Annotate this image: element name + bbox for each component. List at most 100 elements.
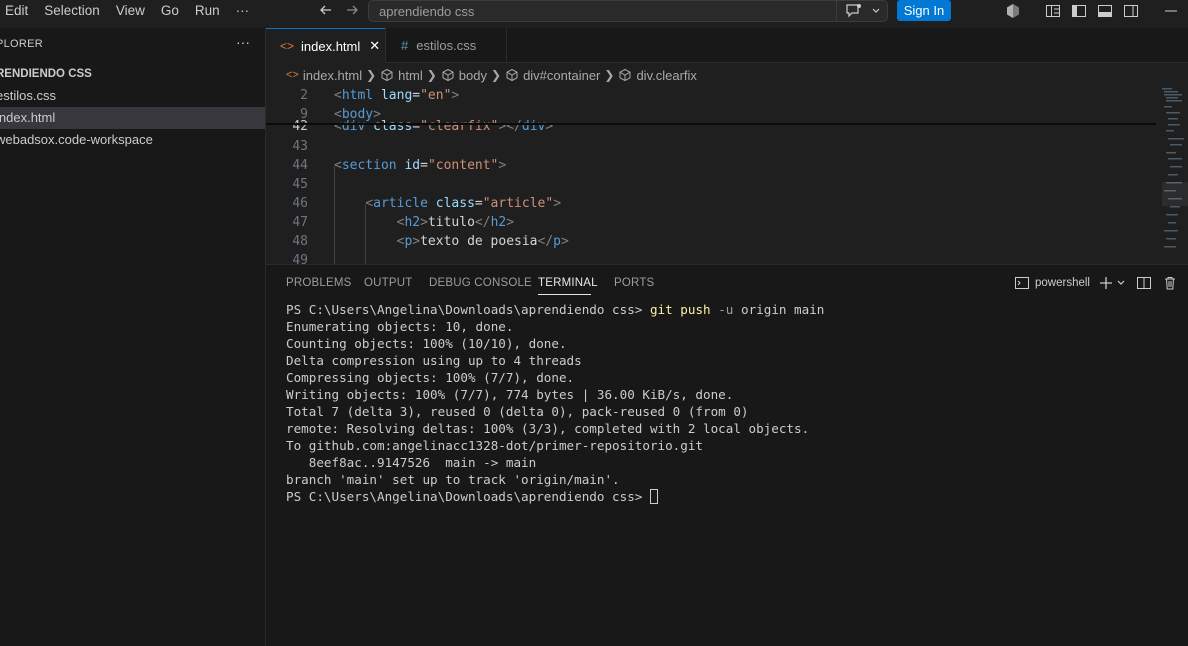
trash-icon[interactable]	[1162, 274, 1178, 292]
menu-selection[interactable]: Selection	[36, 0, 108, 22]
code-text: <h2>titulo</h2>	[396, 215, 515, 230]
file-index-html[interactable]: index.html	[0, 107, 265, 129]
split-terminal-icon[interactable]	[1136, 274, 1152, 292]
terminal-line: Compressing objects: 100% (7/7), done.	[286, 370, 575, 385]
explorer-more-button[interactable]: ···	[236, 34, 250, 50]
chevron-right-icon: ❯	[491, 68, 502, 82]
terminal-flag: -u	[718, 302, 734, 317]
toggle-primary-sidebar-icon[interactable]	[1071, 3, 1087, 19]
editor-tab-bar: <> index.html ✕ # estilos.css	[266, 28, 1188, 63]
line-number: 49	[292, 253, 308, 264]
chat-icon	[845, 4, 861, 18]
code-line: 45	[266, 175, 1156, 194]
breadcrumb-label: body	[458, 67, 487, 83]
close-icon[interactable]: ✕	[369, 38, 380, 54]
sticky-scroll-divider	[266, 123, 1156, 125]
element-cube-icon	[442, 68, 454, 82]
tab-ports[interactable]: PORTS	[614, 277, 654, 289]
tab-terminal[interactable]: TERMINAL	[538, 277, 598, 289]
terminal-line: To github.com:angelinacc1328-dot/primer-…	[286, 438, 704, 453]
terminal-command: git push	[649, 302, 711, 317]
terminal-line: 8eef8ac..9147526 main -> main	[286, 455, 537, 470]
breadcrumb-label: index.html	[302, 67, 363, 83]
accounts-icon[interactable]	[1005, 3, 1021, 19]
breadcrumb-body[interactable]: body	[441, 68, 487, 83]
breadcrumb-container[interactable]: div#container	[505, 68, 600, 83]
chevron-right-icon: ❯	[366, 68, 377, 82]
terminal-line: Delta compression using up to 4 threads	[286, 353, 582, 368]
breadcrumb-label: div.clearfix	[636, 67, 697, 83]
menu-edit[interactable]: Edit	[0, 0, 36, 22]
element-cube-icon	[381, 68, 393, 82]
terminal-cursor	[649, 489, 658, 504]
explorer-header: PLORER	[0, 38, 44, 50]
code-text: <div class="clearfix"></div>	[334, 119, 554, 134]
menu-run[interactable]: Run	[187, 0, 228, 22]
tab-debug-console[interactable]: DEBUG CONSOLE	[429, 277, 532, 289]
terminal-line: Counting objects: 100% (10/10), done.	[286, 336, 567, 351]
terminal-prompt: PS C:\Users\Angelina\Downloads\aprendien…	[286, 489, 650, 504]
new-terminal-plus-icon[interactable]	[1098, 274, 1114, 292]
tab-problems[interactable]: PROBLEMS	[286, 277, 352, 289]
chevron-down-icon	[872, 8, 879, 13]
back-arrow-icon[interactable]	[317, 2, 335, 20]
title-bar: Edit Selection View Go Run ··· aprendien…	[0, 0, 1188, 24]
menu-more[interactable]: ···	[228, 0, 258, 22]
command-center-search[interactable]: aprendiendo css	[368, 0, 888, 22]
tab-estilos-css[interactable]: # estilos.css	[386, 28, 507, 63]
tab-index-html[interactable]: <> index.html ✕	[266, 28, 386, 63]
element-cube-icon	[619, 68, 631, 82]
code-line-current: 42 <div class="clearfix"></div>	[266, 119, 1156, 135]
terminal-icon	[1015, 277, 1029, 289]
explorer-sidebar: PLORER ··· RENDIENDO CSS estilos.css ind…	[0, 28, 266, 646]
html-brackets-icon: <>	[280, 39, 295, 53]
forward-arrow-icon[interactable]	[343, 2, 361, 20]
line-number: 45	[292, 177, 308, 192]
workspace-folder[interactable]: RENDIENDO CSS	[0, 68, 92, 80]
terminal-line: Enumerating objects: 10, done.	[286, 319, 514, 334]
tab-label: index.html	[301, 38, 361, 54]
code-text: <p>texto de poesia</p>	[396, 234, 569, 249]
breadcrumb-file[interactable]: <> index.html	[286, 68, 362, 83]
terminal-output[interactable]: PS C:\Users\Angelina\Downloads\aprendien…	[286, 301, 824, 505]
terminal-line: Writing objects: 100% (7/7), 774 bytes |…	[286, 387, 734, 402]
sign-in-button[interactable]: Sign In	[897, 0, 951, 21]
terminal-line: branch 'main' set up to track 'origin/ma…	[286, 472, 620, 487]
code-text: <section id="content">	[334, 158, 507, 173]
terminal-command-line: PS C:\Users\Angelina\Downloads\aprendien…	[286, 301, 824, 318]
minimap[interactable]	[1162, 86, 1188, 264]
toggle-secondary-sidebar-icon[interactable]	[1123, 3, 1139, 19]
menu-go[interactable]: Go	[153, 0, 187, 22]
terminal-shell-selector[interactable]: powershell	[1014, 274, 1090, 292]
tab-label: estilos.css	[416, 38, 477, 53]
code-editor[interactable]: 2 <html lang="en"> 9 <body> 42 <div clas…	[266, 86, 1188, 264]
file-estilos-css[interactable]: estilos.css	[0, 85, 265, 107]
file-workspace[interactable]: webadsox.code-workspace	[0, 129, 265, 151]
active-tab-indicator	[538, 294, 591, 295]
code-line: 48 <p>texto de poesia</p>	[266, 232, 1156, 251]
line-number: 2	[300, 88, 308, 103]
terminal-prompt: PS C:\Users\Angelina\Downloads\aprendien…	[286, 302, 650, 317]
line-number: 46	[292, 196, 308, 211]
toggle-panel-icon[interactable]	[1097, 3, 1113, 19]
breadcrumb-html[interactable]: html	[380, 68, 423, 83]
minimize-icon[interactable]	[1163, 3, 1179, 19]
code-line: 47 <h2>titulo</h2>	[266, 213, 1156, 232]
line-number: 48	[292, 234, 308, 249]
tab-output[interactable]: OUTPUT	[364, 277, 412, 289]
breadcrumb-clearfix[interactable]: div.clearfix	[618, 67, 697, 83]
chevron-right-icon: ❯	[426, 68, 437, 82]
code-line: 49	[266, 251, 1156, 264]
copilot-button[interactable]	[836, 0, 888, 22]
element-cube-icon	[506, 68, 518, 82]
breadcrumb-label: html	[398, 67, 423, 83]
terminal-line: remote: Resolving deltas: 100% (3/3), co…	[286, 421, 810, 436]
html-brackets-icon: <>	[286, 69, 299, 81]
file-label: index.html	[0, 110, 56, 125]
code-line: 43	[266, 137, 1156, 156]
chevron-down-icon[interactable]	[1116, 274, 1126, 292]
terminal-args: origin main	[740, 302, 825, 317]
line-number: 43	[292, 139, 308, 154]
customize-layout-icon[interactable]	[1045, 3, 1061, 19]
menu-view[interactable]: View	[108, 0, 153, 22]
